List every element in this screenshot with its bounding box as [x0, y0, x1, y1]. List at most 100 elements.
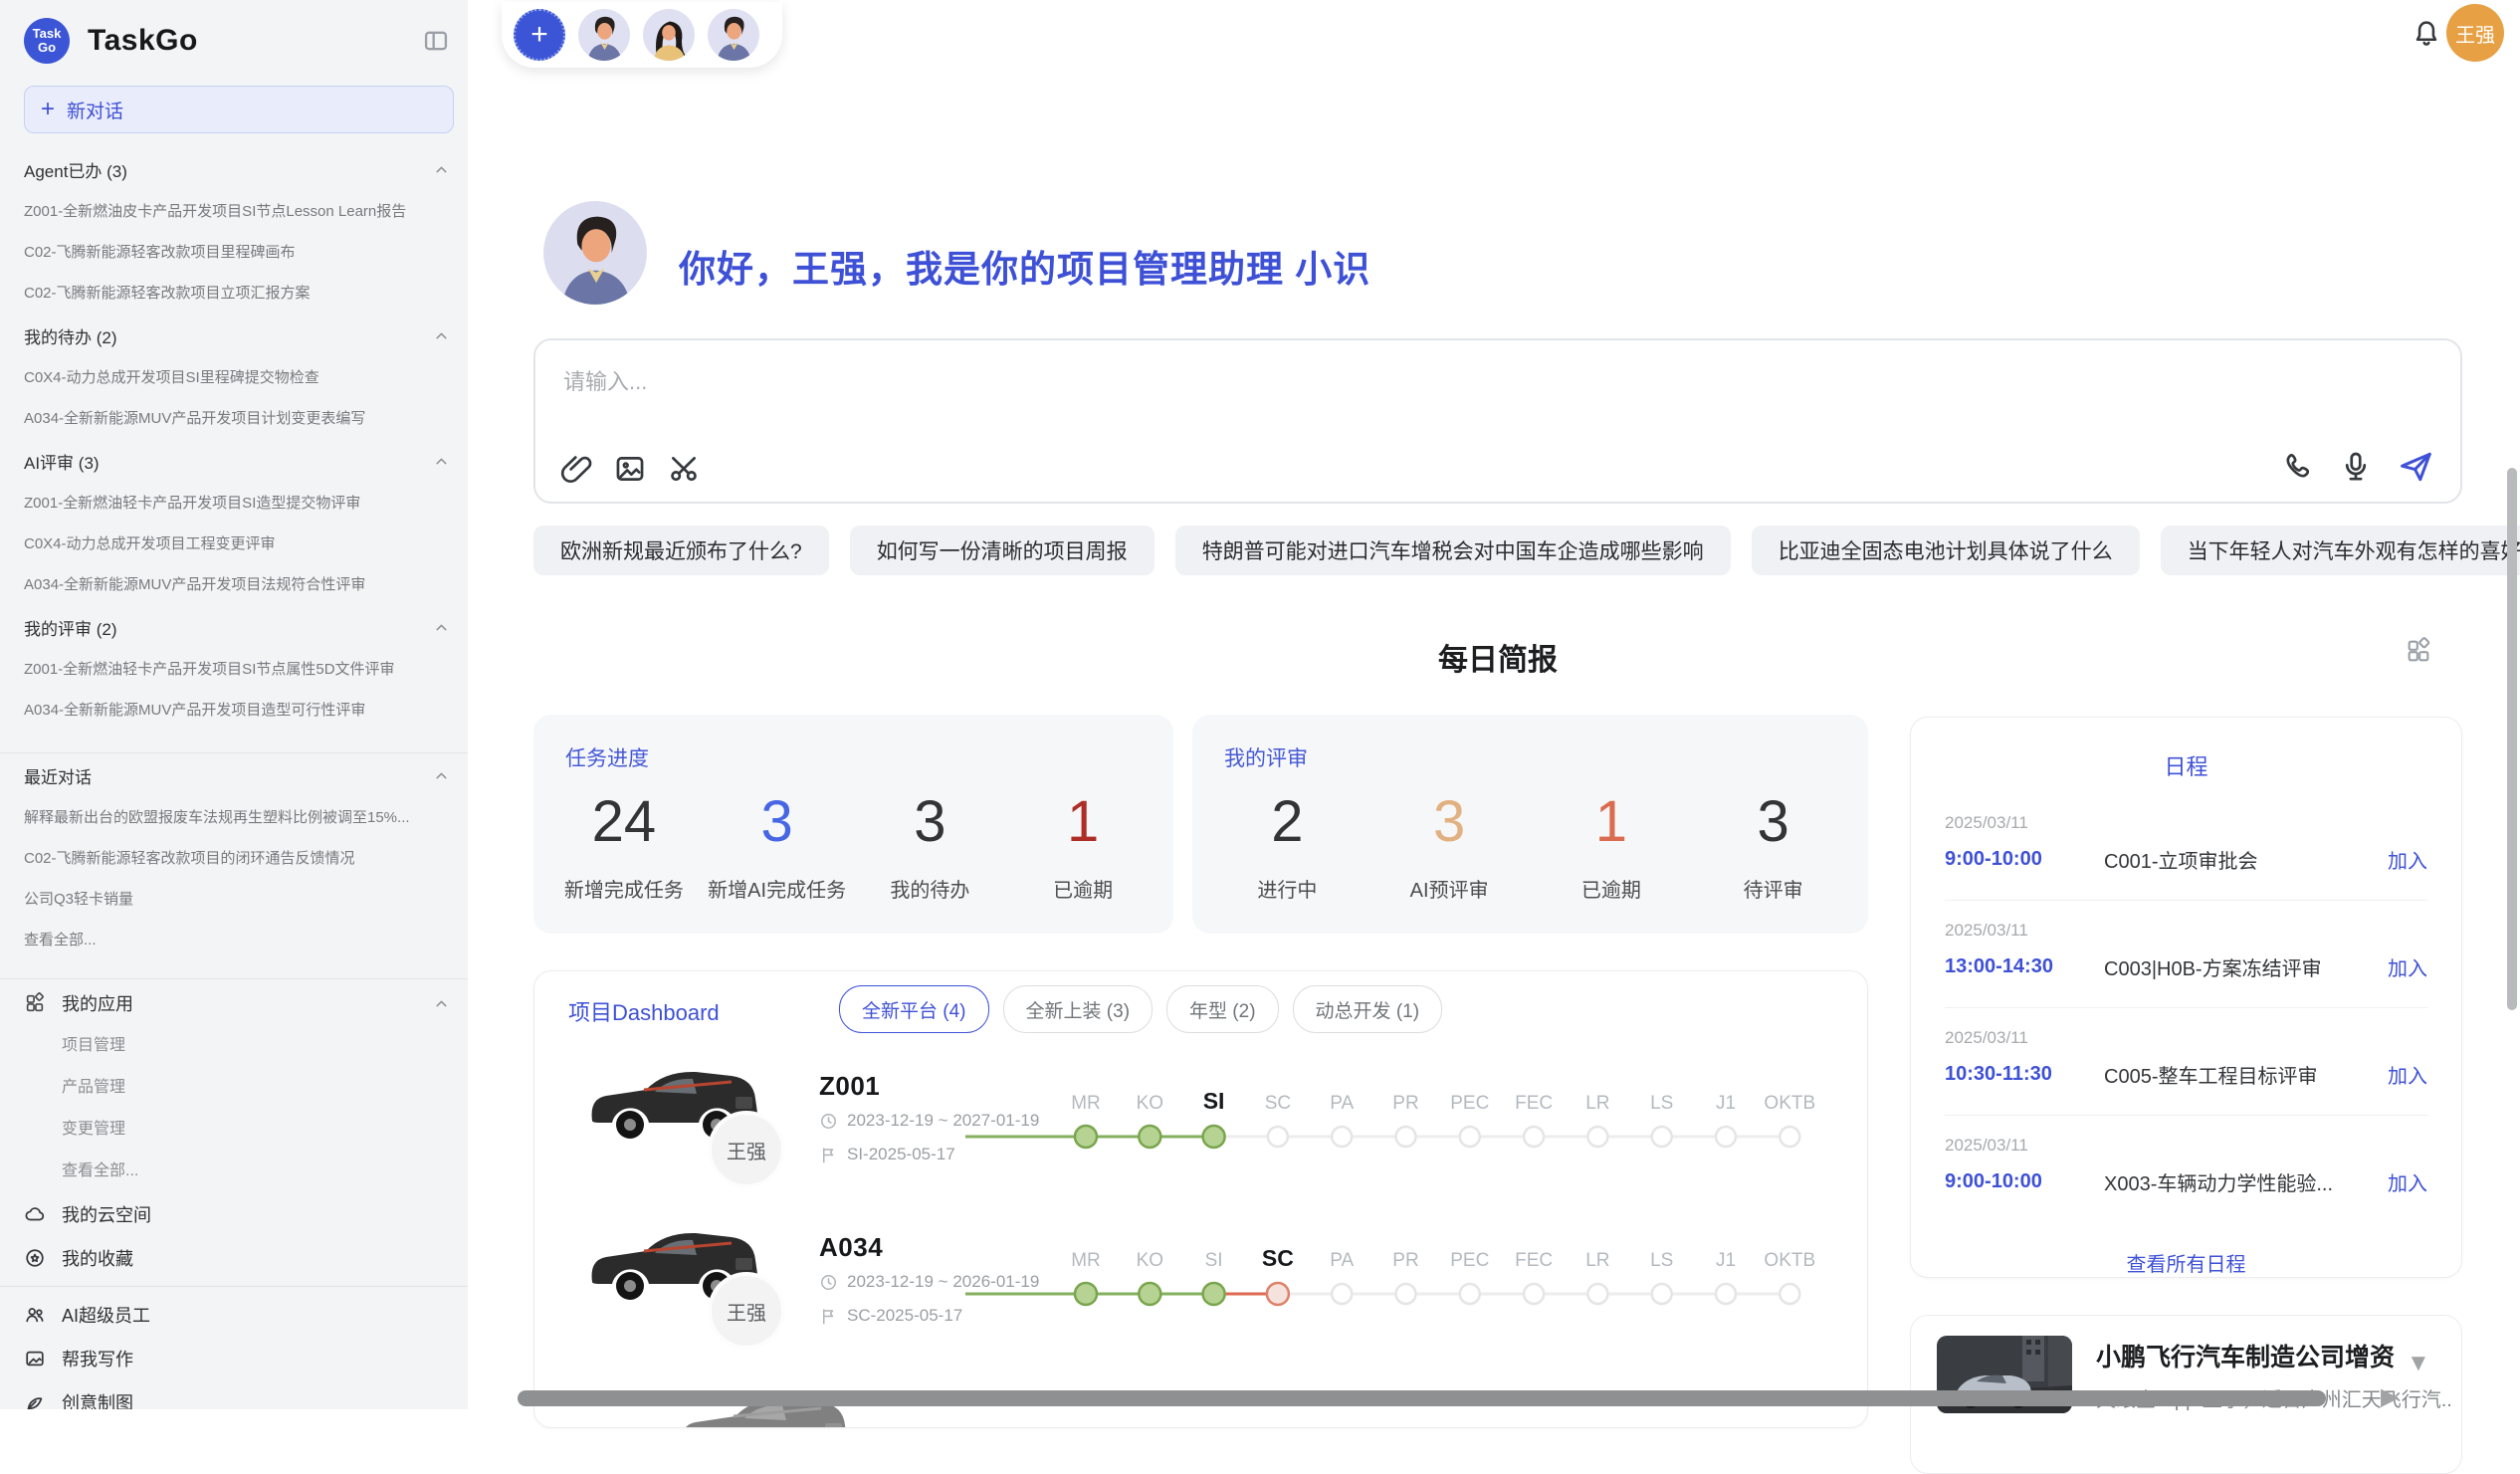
schedule-event-name: C001-立项审批会: [2104, 845, 2388, 874]
sidebar-task-item[interactable]: C02-飞腾新能源轻客改款项目里程碑画布: [0, 232, 468, 273]
stat-value: 3: [1368, 786, 1531, 858]
schedule-event-name: X003-车辆动力学性能验...: [2104, 1167, 2388, 1196]
sidebar-section-header[interactable]: AI评审 (3): [0, 439, 468, 483]
add-member-button[interactable]: +: [514, 9, 565, 61]
milestone-row: MRKOSISCPAPRPECFECLRLSJ1OKTB: [965, 1079, 1868, 1198]
sidebar-app-item[interactable]: 查看全部...: [0, 1151, 468, 1192]
sidebar-item-my-apps[interactable]: 我的应用: [0, 981, 468, 1025]
sidebar-task-item[interactable]: C02-飞腾新能源轻客改款项目的闭环通告反馈情况: [0, 838, 468, 879]
sidebar-task-item[interactable]: 解释最新出台的欧盟报废车法规再生塑料比例被调至15%...: [0, 797, 468, 838]
schedule-time: 13:00-14:30: [1945, 955, 2104, 978]
sidebar-task-item[interactable]: Z001-全新燃油轻卡产品开发项目SI造型提交物评审: [0, 483, 468, 524]
sidebar-task-item[interactable]: 查看全部...: [0, 920, 468, 960]
schedule-date: 2025/03/11: [1945, 1028, 2427, 1048]
schedule-title: 日程: [1911, 749, 2461, 781]
app-logo: Task Go: [24, 18, 70, 64]
sidebar: Task Go TaskGo + 新对话 Agent已办 (3)Z001-全新燃…: [0, 0, 468, 1409]
user-avatar[interactable]: 王强: [2446, 4, 2504, 62]
member-avatar[interactable]: [578, 9, 630, 61]
suggestion-chip[interactable]: 比亚迪全固态电池计划具体说了什么: [1752, 526, 2140, 575]
milestone-labels: MRKOSISCPAPRPECFECLRLSJ1OKTB: [965, 1236, 1868, 1272]
scissors-icon[interactable]: [667, 452, 701, 486]
schedule-item: 2025/03/11 10:30-11:30 C005-整车工程目标评审 加入: [1945, 1008, 2427, 1116]
sidebar-item-label: 我的云空间: [62, 1201, 151, 1227]
sidebar-section-header[interactable]: 我的评审 (2): [0, 605, 468, 649]
news-title: 小鹏飞行汽车制造公司增资: [2096, 1338, 2395, 1373]
join-link[interactable]: 加入: [2388, 845, 2427, 874]
scroll-right-arrow[interactable]: ▶: [2381, 1385, 2399, 1409]
sidebar-task-item[interactable]: A034-全新新能源MUV产品开发项目法规符合性评审: [0, 564, 468, 605]
sidebar-section-label: 最近对话: [24, 763, 92, 788]
stat-value: 1: [1006, 786, 1159, 858]
sidebar-task-item[interactable]: C0X4-动力总成开发项目SI里程碑提交物检查: [0, 357, 468, 398]
sidebar-recent: 最近对话解释最新出台的欧盟报废车法规再生塑料比例被调至15%...C02-飞腾新…: [0, 753, 468, 960]
sidebar-section-label: AI评审 (3): [24, 449, 100, 474]
milestone-track: [965, 1276, 1868, 1312]
vertical-scrollbar[interactable]: [2507, 468, 2517, 1010]
sidebar-item-favorites[interactable]: 我的收藏: [0, 1236, 468, 1280]
project-code[interactable]: A034: [819, 1232, 883, 1263]
join-link[interactable]: 加入: [2388, 952, 2427, 981]
suggestion-chip[interactable]: 特朗普可能对进口汽车增税会对中国车企造成哪些影响: [1175, 526, 1731, 575]
my-review-card: 我的评审 2 进行中 3 AI预评审 1 已逾期 3 待评审: [1192, 715, 1868, 934]
layout-grid-icon[interactable]: [2405, 637, 2432, 665]
member-avatar[interactable]: [708, 9, 759, 61]
send-icon[interactable]: [2397, 448, 2434, 486]
view-all-schedule-link[interactable]: 查看所有日程: [1911, 1248, 2461, 1277]
sidebar-task-item[interactable]: Z001-全新燃油轻卡产品开发项目SI节点属性5D文件评审: [0, 649, 468, 690]
suggestion-chip[interactable]: 欧洲新规最近颁布了什么?: [533, 526, 829, 575]
scroll-down-arrow[interactable]: ▼: [2407, 1352, 2430, 1375]
sidebar-item-cloud-space[interactable]: 我的云空间: [0, 1192, 468, 1236]
sidebar-app-item[interactable]: 项目管理: [0, 1025, 468, 1067]
dashboard-filter-chip[interactable]: 全新平台 (4): [839, 985, 989, 1033]
sidebar-sections: Agent已办 (3)Z001-全新燃油皮卡产品开发项目SI节点Lesson L…: [0, 147, 468, 731]
dashboard-filter-chip[interactable]: 年型 (2): [1166, 985, 1279, 1033]
sidebar-item-help-write[interactable]: 帮我写作: [0, 1337, 468, 1380]
schedule-item: 2025/03/11 9:00-10:00 X003-车辆动力学性能验... 加…: [1945, 1116, 2427, 1222]
suggestion-chip[interactable]: 如何写一份清晰的项目周报: [850, 526, 1155, 575]
sidebar-item-ai-staff[interactable]: AI超级员工: [0, 1293, 468, 1337]
schedule-time: 10:30-11:30: [1945, 1063, 2104, 1086]
schedule-card: 日程 2025/03/11 9:00-10:00 C001-立项审批会 加入 2…: [1910, 717, 2462, 1278]
suggestion-chips: 欧洲新规最近颁布了什么? 如何写一份清晰的项目周报特朗普可能对进口汽车增税会对中国…: [533, 526, 2520, 575]
sidebar-section-header[interactable]: 我的待办 (2): [0, 314, 468, 357]
project-code[interactable]: Z001: [819, 1071, 880, 1102]
horizontal-scrollbar[interactable]: [518, 1390, 2326, 1406]
dashboard-filters: 全新平台 (4) 全新上装 (3)年型 (2) 动总开发 (1): [839, 985, 1442, 1033]
schedule-time: 9:00-10:00: [1945, 1170, 2104, 1193]
notification-bell-icon[interactable]: [2411, 18, 2442, 50]
plus-icon: +: [41, 98, 55, 121]
sidebar-task-item[interactable]: 公司Q3轻卡销量: [0, 879, 468, 920]
schedule-date: 2025/03/11: [1945, 921, 2427, 941]
stat-item: 3 新增AI完成任务: [701, 786, 854, 903]
stat-value: 24: [547, 786, 701, 858]
sidebar-task-item[interactable]: C0X4-动力总成开发项目工程变更评审: [0, 524, 468, 564]
sidebar-task-item[interactable]: A034-全新新能源MUV产品开发项目造型可行性评审: [0, 690, 468, 731]
milestone-row: MRKOSISCPAPRPECFECLRLSJ1OKTB: [965, 1236, 1868, 1356]
sidebar-item-creative-draw[interactable]: 创意制图: [0, 1380, 468, 1409]
sidebar-task-item[interactable]: A034-全新新能源MUV产品开发项目计划变更表编写: [0, 398, 468, 439]
sidebar-app-item[interactable]: 产品管理: [0, 1067, 468, 1109]
logo-text: Task: [33, 27, 62, 41]
sidebar-task-item[interactable]: C02-飞腾新能源轻客改款项目立项汇报方案: [0, 273, 468, 314]
image-upload-icon[interactable]: [613, 452, 647, 486]
suggestion-chip[interactable]: 当下年轻人对汽车外观有怎样的喜好趋势: [2161, 526, 2520, 575]
join-link[interactable]: 加入: [2388, 1167, 2427, 1196]
microphone-icon[interactable]: [2339, 450, 2373, 484]
attachment-icon[interactable]: [559, 452, 593, 486]
sidebar-app-item[interactable]: 变更管理: [0, 1109, 468, 1151]
sidebar-collapse-icon[interactable]: [420, 25, 452, 57]
phone-call-icon[interactable]: [2281, 450, 2315, 484]
dashboard-filter-chip[interactable]: 全新上装 (3): [1003, 985, 1154, 1033]
member-avatar[interactable]: [643, 9, 695, 61]
sidebar-section-header[interactable]: Agent已办 (3): [0, 147, 468, 191]
people-icon: [24, 1304, 46, 1326]
sidebar-section-header[interactable]: 最近对话: [0, 753, 468, 797]
chevron-up-icon: [433, 453, 450, 470]
join-link[interactable]: 加入: [2388, 1060, 2427, 1089]
flag-icon: [819, 1146, 838, 1164]
dashboard-filter-chip[interactable]: 动总开发 (1): [1293, 985, 1443, 1033]
new-chat-button[interactable]: + 新对话: [24, 86, 454, 133]
chat-input[interactable]: [561, 362, 2158, 444]
sidebar-task-item[interactable]: Z001-全新燃油皮卡产品开发项目SI节点Lesson Learn报告: [0, 191, 468, 232]
